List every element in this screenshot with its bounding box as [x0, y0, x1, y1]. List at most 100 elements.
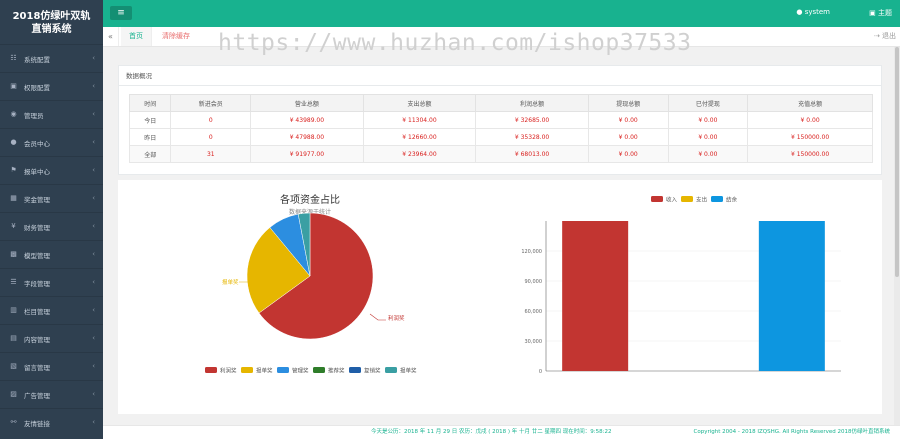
table-cell: ¥ 0.00 — [747, 111, 873, 129]
chevron-left-icon: ‹ — [92, 334, 95, 342]
column-header: 新进会员 — [170, 94, 252, 112]
chevron-left-icon: ‹ — [92, 194, 95, 202]
table-cell: ¥ 0.00 — [587, 111, 669, 129]
chart-title: 各项资金占比 — [280, 193, 340, 206]
column-header: 提现总额 — [587, 94, 669, 112]
legend-label[interactable]: 利润奖 — [220, 367, 237, 375]
slice-label: 报单奖 — [222, 278, 239, 286]
legend-label[interactable]: 报单奖 — [400, 367, 417, 375]
chevron-left-icon: ‹ — [92, 362, 95, 370]
home-icon: ▣ — [869, 9, 878, 17]
legend-swatch[interactable] — [681, 196, 693, 202]
scrollbar[interactable] — [894, 47, 900, 425]
footer: 今天是公历：2018 年 11 月 29 日 农历：戊戌 ( 2018 ) 年 … — [103, 425, 900, 439]
legend-label[interactable]: 结余 — [726, 196, 738, 204]
home-link[interactable]: ▣ 主题 — [869, 8, 892, 18]
menu-toggle-button[interactable]: ≡ — [110, 6, 132, 20]
sidebar-item-label: 留言管理 — [24, 363, 50, 372]
sidebar-item-10[interactable]: ▤ 内容管理 ‹ — [0, 324, 103, 352]
footer-date: 今天是公历：2018 年 11 月 29 日 农历：戊戌 ( 2018 ) 年 … — [371, 429, 612, 435]
sidebar-item-label: 模型管理 — [24, 251, 50, 260]
exit-button[interactable]: ⇢ 退出 — [874, 27, 896, 46]
legend-swatch[interactable] — [313, 367, 325, 373]
sidebar-item-5[interactable]: ▦ 奖金管理 ‹ — [0, 184, 103, 212]
sidebar-item-label: 栏目管理 — [24, 307, 50, 316]
legend-swatch[interactable] — [349, 367, 361, 373]
legend-swatch[interactable] — [241, 367, 253, 373]
sidebar-item-label: 报单中心 — [24, 167, 50, 176]
chevron-left-icon: ‹ — [92, 82, 95, 90]
legend-label[interactable]: 复销奖 — [364, 367, 381, 375]
column-header: 时间 — [128, 94, 172, 112]
doc-icon: ▤ — [10, 334, 17, 342]
grid-icon: ▦ — [10, 194, 17, 202]
sidebar-item-7[interactable]: ▩ 模型管理 ‹ — [0, 240, 103, 268]
bar[interactable] — [562, 221, 629, 371]
legend-swatch[interactable] — [277, 367, 289, 373]
sidebar-item-12[interactable]: ▨ 广告管理 ‹ — [0, 380, 103, 408]
panel-title: 数据概况 — [119, 66, 881, 86]
table-cell: 0 — [170, 128, 252, 146]
legend-swatch[interactable] — [205, 367, 217, 373]
legend-label[interactable]: 收入 — [666, 196, 678, 204]
chevron-left-icon: ‹ — [92, 278, 95, 286]
user-menu[interactable]: ● system — [796, 8, 830, 16]
chevron-left-icon: ‹ — [92, 306, 95, 314]
sidebar-item-11[interactable]: ▧ 留言管理 ‹ — [0, 352, 103, 380]
user-circle-icon: ◉ — [10, 110, 17, 118]
settings-icon: ☷ — [10, 54, 17, 62]
sidebar-item-4[interactable]: ⚑ 报单中心 ‹ — [0, 156, 103, 184]
y-tick-label: 0 — [539, 369, 542, 375]
legend-swatch[interactable] — [651, 196, 663, 202]
sidebar: 2018仿绿叶双轨 直销系统 ☷ 系统配置 ‹ ▣ 权限配置 ‹ ◉ 管理员 ‹ ● 会员中心 ‹ ⚑ 报… — [0, 0, 103, 439]
legend-swatch[interactable] — [385, 367, 397, 373]
table-row: 今日 0 ¥ 43989.00 ¥ 11304.00 ¥ 32685.00 ¥ 0.00 ¥… — [128, 111, 873, 129]
chevron-left-icon: ‹ — [92, 418, 95, 426]
link-icon: ⚯ — [10, 418, 17, 426]
tab-home[interactable]: 首页 — [121, 27, 152, 46]
table-cell: ¥ 0.00 — [667, 128, 749, 146]
clear-cache-button[interactable]: 清除缓存 — [157, 27, 195, 46]
sidebar-item-label: 奖金管理 — [24, 195, 50, 204]
tab-bar: « 首页 清除缓存 ⇢ 退出 — [103, 27, 900, 47]
sidebar-item-8[interactable]: ☰ 字段管理 ‹ — [0, 268, 103, 296]
sidebar-item-2[interactable]: ◉ 管理员 ‹ — [0, 100, 103, 128]
scroll-thumb[interactable] — [895, 47, 899, 277]
sidebar-item-label: 内容管理 — [24, 335, 50, 344]
table-cell: ¥ 68013.00 — [475, 145, 589, 163]
legend-label[interactable]: 管理奖 — [292, 367, 309, 375]
sidebar-item-label: 广告管理 — [24, 391, 50, 400]
sidebar-item-13[interactable]: ⚯ 友情链接 ‹ — [0, 408, 103, 436]
exit-label: 退出 — [882, 32, 896, 40]
legend-label[interactable]: 推荐奖 — [328, 367, 345, 375]
legend-label[interactable]: 报单奖 — [256, 367, 273, 375]
username: system — [804, 8, 830, 16]
sidebar-item-3[interactable]: ● 会员中心 ‹ — [0, 128, 103, 156]
sidebar-item-label: 系统配置 — [24, 55, 50, 64]
chevron-left-icon: ‹ — [92, 222, 95, 230]
sidebar-item-6[interactable]: ¥ 财务管理 ‹ — [0, 212, 103, 240]
user-icon: ● — [10, 138, 17, 146]
legend-swatch[interactable] — [711, 196, 723, 202]
table-cell: ¥ 91977.00 — [250, 145, 364, 163]
table-cell: ¥ 0.00 — [667, 111, 749, 129]
slice-label: 利润奖 — [388, 314, 405, 322]
sidebar-item-0[interactable]: ☷ 系统配置 ‹ — [0, 44, 103, 72]
column-header: 营业总额 — [250, 94, 364, 112]
table-row: 全部 31 ¥ 91977.00 ¥ 23964.00 ¥ 68013.00 ¥ 0.00… — [128, 145, 873, 163]
sidebar-item-label: 字段管理 — [24, 279, 50, 288]
image-icon: ▨ — [10, 390, 17, 398]
chevron-left-icon: ‹ — [92, 250, 95, 258]
chevron-left-icon: ‹ — [92, 54, 95, 62]
tab-scroll-left-icon[interactable]: « — [103, 27, 119, 46]
sidebar-menu: ☷ 系统配置 ‹ ▣ 权限配置 ‹ ◉ 管理员 ‹ ● 会员中心 ‹ ⚑ 报单中心 ‹ ▦ 奖金管理 ‹ ¥ 财务管理… — [0, 44, 103, 436]
sidebar-item-9[interactable]: ▥ 栏目管理 ‹ — [0, 296, 103, 324]
bar[interactable] — [758, 221, 825, 371]
table-cell: ¥ 0.00 — [667, 145, 749, 163]
user-icon: ● — [796, 8, 805, 16]
table-cell: ¥ 150000.00 — [747, 145, 873, 163]
legend-label[interactable]: 支出 — [696, 196, 707, 204]
main-content: 数据概况 时间 新进会员 营业总额 支出总额 利润总额 提现总额 已付提现 充值总额 今日 0 ¥… — [103, 47, 900, 425]
home-label: 主题 — [878, 9, 892, 17]
sidebar-item-1[interactable]: ▣ 权限配置 ‹ — [0, 72, 103, 100]
